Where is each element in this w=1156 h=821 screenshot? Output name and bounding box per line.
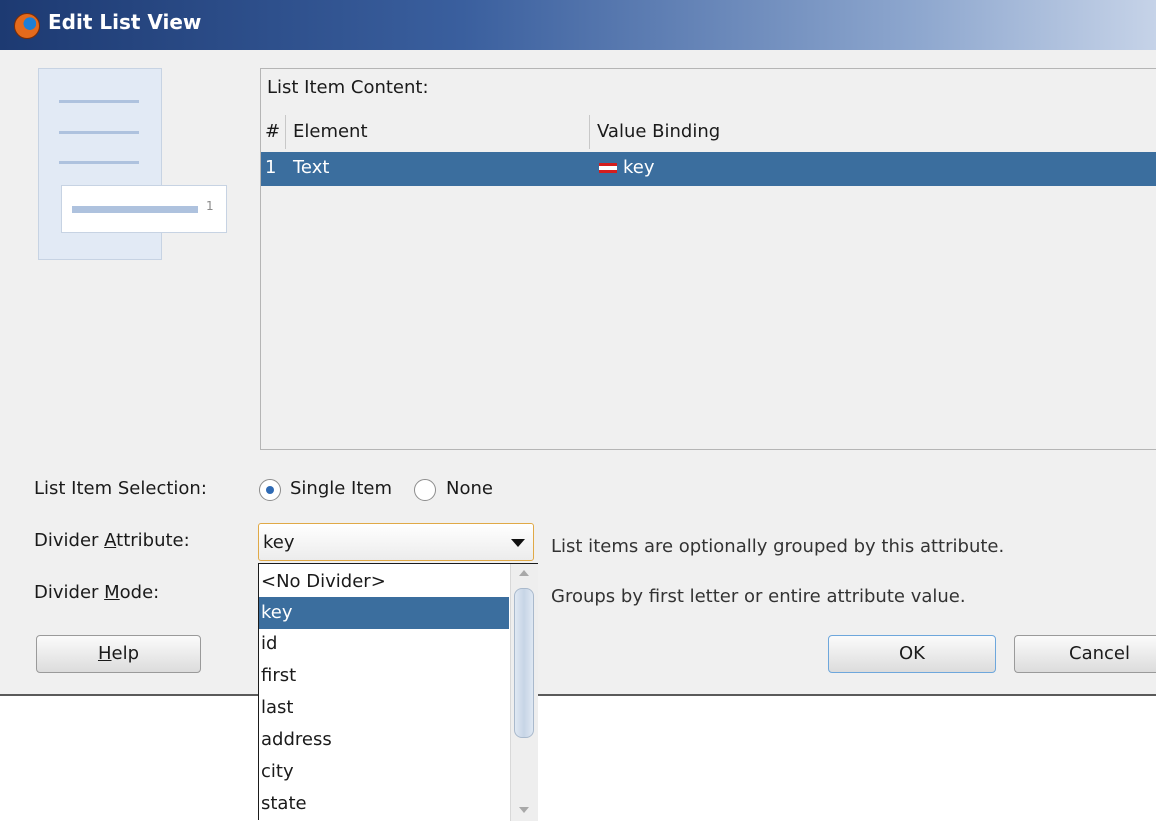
dropdown-option[interactable]: first bbox=[259, 660, 509, 692]
list-item-content-panel: List Item Content: # Element Value Bindi… bbox=[260, 68, 1156, 450]
column-header-number[interactable]: # bbox=[265, 121, 280, 142]
row-element: Text bbox=[293, 157, 330, 178]
column-header-value-binding[interactable]: Value Binding bbox=[597, 121, 720, 142]
scrollbar-thumb[interactable] bbox=[514, 588, 534, 738]
preview-card-number: 1 bbox=[206, 199, 214, 213]
dropdown-option[interactable]: state bbox=[259, 788, 509, 820]
preview-line bbox=[59, 161, 139, 164]
mnemonic-letter: H bbox=[97, 643, 112, 664]
row-value-binding: key bbox=[623, 157, 655, 178]
dialog-title: Edit List View bbox=[48, 10, 202, 34]
divider-attribute-label: Divider Attribute: bbox=[34, 530, 190, 551]
row-number: 1 bbox=[265, 157, 277, 178]
dropdown-option[interactable]: city bbox=[259, 756, 509, 788]
preview-line bbox=[59, 100, 139, 103]
mnemonic-letter: M bbox=[104, 582, 120, 603]
dropdown-arrow-icon[interactable] bbox=[511, 539, 525, 547]
label-text: Divider bbox=[34, 582, 105, 603]
scroll-up-arrow-icon[interactable] bbox=[519, 570, 529, 576]
attribute-binding-icon bbox=[599, 163, 617, 173]
dropdown-option[interactable]: last bbox=[259, 692, 509, 724]
ok-button[interactable]: OK bbox=[828, 635, 996, 673]
none-radio-label[interactable]: None bbox=[446, 478, 493, 499]
dropdown-option[interactable]: address bbox=[259, 724, 509, 756]
jdeveloper-app-icon bbox=[14, 13, 40, 39]
none-radio[interactable] bbox=[414, 479, 436, 501]
label-text: Divider bbox=[34, 530, 105, 551]
dropdown-scrollbar[interactable] bbox=[510, 564, 538, 821]
preview-list-item-card: 1 bbox=[61, 185, 227, 233]
scroll-down-arrow-icon[interactable] bbox=[519, 807, 529, 813]
help-button[interactable]: Help bbox=[36, 635, 201, 673]
label-text: ttribute: bbox=[116, 530, 190, 551]
single-item-radio-label[interactable]: Single Item bbox=[290, 478, 392, 499]
dropdown-option[interactable]: <No Divider> bbox=[259, 566, 509, 598]
column-header-element[interactable]: Element bbox=[293, 121, 368, 142]
preview-line bbox=[59, 131, 139, 134]
edit-list-view-dialog: Edit List View 1 List Item Content: # El… bbox=[0, 0, 1156, 696]
preview-card-bar bbox=[72, 206, 198, 213]
cancel-button[interactable]: Cancel bbox=[1014, 635, 1156, 673]
radio-checked-dot bbox=[266, 486, 274, 494]
dropdown-option[interactable]: id bbox=[259, 628, 509, 660]
list-item-selection-label: List Item Selection: bbox=[34, 478, 207, 499]
dropdown-option-selected[interactable]: key bbox=[259, 597, 509, 629]
mnemonic-letter: A bbox=[104, 530, 117, 551]
list-item-content-label: List Item Content: bbox=[267, 77, 429, 98]
label-text: ode: bbox=[119, 582, 160, 603]
button-label: elp bbox=[111, 643, 140, 664]
column-separator[interactable] bbox=[589, 115, 590, 149]
table-header-row: # Element Value Binding bbox=[261, 113, 1156, 151]
divider-attribute-hint: List items are optionally grouped by thi… bbox=[551, 536, 1005, 557]
divider-attribute-dropdown-list[interactable]: <No Divider> key id first last address c… bbox=[258, 563, 538, 821]
title-bar[interactable]: Edit List View bbox=[0, 0, 1156, 50]
divider-mode-hint: Groups by first letter or entire attribu… bbox=[551, 586, 966, 607]
column-separator[interactable] bbox=[285, 115, 286, 149]
single-item-radio[interactable] bbox=[259, 479, 281, 501]
table-row[interactable]: 1 Text key bbox=[261, 152, 1156, 186]
divider-mode-label: Divider Mode: bbox=[34, 582, 159, 603]
divider-attribute-value: key bbox=[263, 532, 295, 553]
divider-attribute-select[interactable]: key bbox=[258, 523, 534, 561]
